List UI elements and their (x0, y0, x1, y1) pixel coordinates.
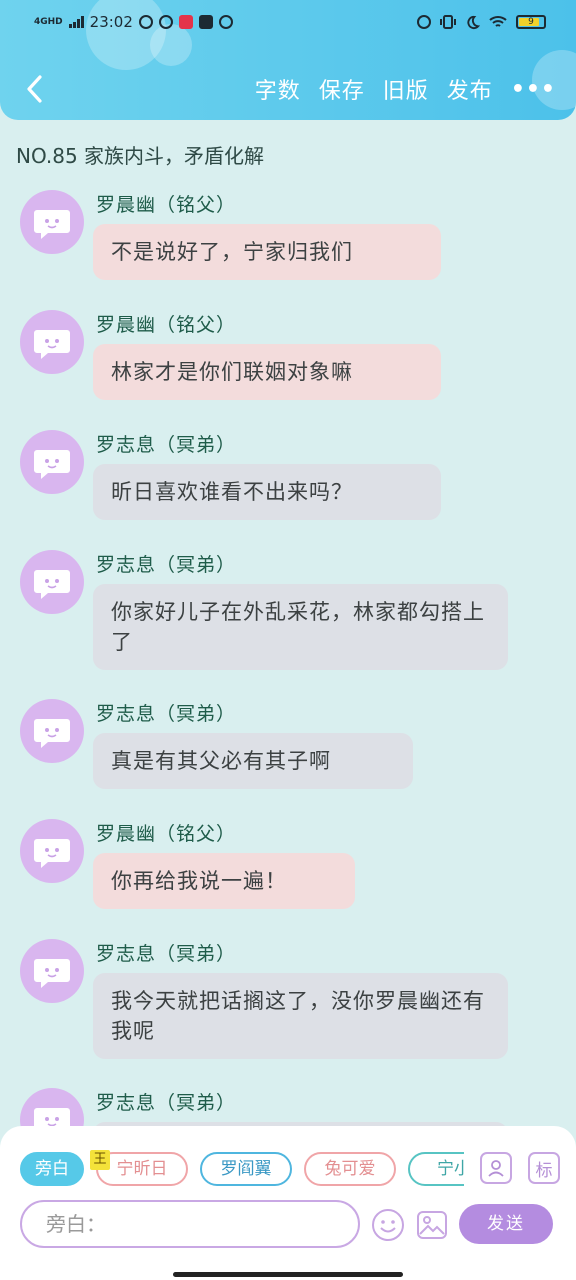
chevron-left-icon (27, 75, 42, 103)
battery-level: 9 (528, 17, 534, 27)
message-item[interactable]: 罗晨幽（铭父） 林家才是你们联姻对象嘛 (20, 310, 560, 410)
character-chip[interactable]: 兔可爱 (304, 1152, 396, 1186)
message-bubble[interactable]: 林家才是你们联姻对象嘛 (93, 344, 441, 400)
speaker-name: 罗志息（冥弟） (96, 554, 237, 576)
nav-bar: 字数 保存 旧版 发布 ••• (0, 64, 576, 114)
wifi-icon (489, 16, 507, 27)
avatar[interactable] (20, 190, 84, 254)
save-button[interactable]: 保存 (319, 73, 365, 105)
message-bubble[interactable]: 昕日喜欢谁看不出来吗？ (93, 464, 441, 520)
word-count-button[interactable]: 字数 (255, 73, 301, 105)
chat-face-icon (34, 570, 70, 599)
character-chip[interactable]: 罗阎翼 (200, 1152, 292, 1186)
tag-button[interactable]: 标 (528, 1152, 560, 1184)
alarm-icon (417, 15, 431, 29)
image-icon (417, 1211, 447, 1239)
vibrate-icon (440, 15, 456, 29)
speaker-name: 罗志息（冥弟） (96, 1092, 237, 1114)
speaker-name: 罗志息（冥弟） (96, 943, 237, 965)
message-item[interactable]: 罗晨幽（铭父） 你再给我说一遍！ (20, 819, 560, 919)
home-indicator[interactable] (173, 1272, 403, 1277)
send-button[interactable]: 发送 (459, 1204, 553, 1244)
speaker-name: 罗晨幽（铭父） (96, 314, 237, 336)
chat-face-icon (34, 959, 70, 988)
character-chip[interactable]: 宁小 (408, 1152, 464, 1186)
character-manage-button[interactable] (480, 1152, 512, 1184)
message-bubble[interactable]: 真是有其父必有其子啊 (93, 733, 413, 789)
emoji-button[interactable] (371, 1208, 405, 1242)
avatar[interactable] (20, 430, 84, 494)
smiley-icon (372, 1209, 404, 1241)
back-button[interactable] (20, 71, 48, 107)
app-notification-icon (138, 15, 153, 29)
moon-icon (467, 15, 480, 29)
speaker-name: 罗晨幽（铭父） (96, 194, 237, 216)
avatar[interactable] (20, 310, 84, 374)
message-item[interactable]: 罗志息（冥弟） 真是有其父必有其子啊 (20, 699, 560, 799)
clock: 23:02 (89, 13, 133, 31)
mail-icon (198, 15, 213, 29)
message-item[interactable]: 罗志息（冥弟） 我今天就把话搁这了，没你罗晨幽还有我呢 (20, 939, 560, 1069)
app-notification-icon (158, 15, 173, 29)
message-input[interactable]: 旁白： (20, 1200, 360, 1248)
chat-face-icon (34, 210, 70, 239)
network-type: 4GHD (34, 16, 63, 27)
app-notification-icon (178, 15, 193, 29)
chat-face-icon (34, 450, 70, 479)
speaker-name: 罗志息（冥弟） (96, 434, 237, 456)
status-bar: 4GHD 23:02 9 (0, 0, 576, 44)
image-button[interactable] (415, 1208, 449, 1242)
speaker-name: 罗晨幽（铭父） (96, 823, 237, 845)
signal-icon (68, 16, 84, 28)
character-chip-bar[interactable]: 旁白 宁昕日 罗阎翼 兔可爱 宁小 (20, 1152, 464, 1186)
chapter-title: NO.85 家族内斗，矛盾化解 (16, 144, 265, 168)
top-header: 4GHD 23:02 9 字数 保存 旧版 发布 ••• (0, 0, 576, 120)
character-chip-narrator[interactable]: 旁白 (20, 1152, 84, 1186)
battery-icon: 9 (516, 15, 546, 29)
message-bubble[interactable]: 不是说好了，宁家归我们 (93, 224, 441, 280)
message-item[interactable]: 罗志息（冥弟） 昕日喜欢谁看不出来吗？ (20, 430, 560, 530)
more-menu-button[interactable]: ••• (511, 77, 556, 102)
person-icon (488, 1160, 504, 1177)
avatar[interactable] (20, 550, 84, 614)
chat-face-icon (34, 839, 70, 868)
message-bubble[interactable]: 你家好儿子在外乱采花，林家都勾搭上了 (93, 584, 508, 670)
avatar[interactable] (20, 699, 84, 763)
chat-face-icon (34, 330, 70, 359)
publish-button[interactable]: 发布 (447, 73, 493, 105)
message-bubble[interactable]: 我今天就把话搁这了，没你罗晨幽还有我呢 (93, 973, 508, 1059)
message-bubble[interactable]: 你再给我说一遍！ (93, 853, 355, 909)
message-item[interactable]: 罗晨幽（铭父） 不是说好了，宁家归我们 (20, 190, 560, 290)
avatar[interactable] (20, 819, 84, 883)
message-item[interactable]: 罗志息（冥弟） 你家好儿子在外乱采花，林家都勾搭上了 (20, 550, 560, 680)
old-version-button[interactable]: 旧版 (383, 73, 429, 105)
speaker-name: 罗志息（冥弟） (96, 703, 237, 725)
king-badge: 王 (90, 1150, 110, 1170)
avatar[interactable] (20, 939, 84, 1003)
composer-panel: 旁白 宁昕日 罗阎翼 兔可爱 宁小 王 标 旁白： 发送 (0, 1126, 576, 1280)
chat-face-icon (34, 719, 70, 748)
app-notification-icon (218, 15, 233, 29)
